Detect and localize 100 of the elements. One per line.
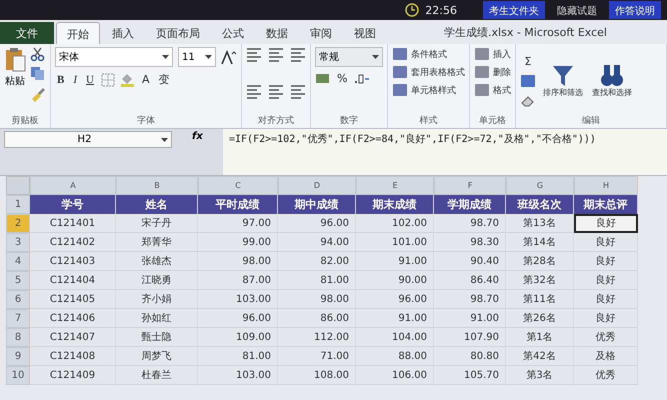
group-label: 编辑 [581,114,601,127]
table-cell: 周梦飞 [116,347,198,366]
currency-icon[interactable] [315,71,330,86]
table-cell: 97.00 [198,214,278,233]
align-icon[interactable] [290,84,306,100]
table-cell: 102.00 [356,214,434,233]
table-cell: C121403 [30,252,116,271]
copy-icon[interactable] [30,66,45,81]
formula-input[interactable]: =IF(F2>=102,"优秀",IF(F2>=84,"良好",IF(F2>=72,"及格","不合格"))) [223,129,667,175]
row-header[interactable]: 2 [6,214,30,233]
table-cell: 良好 [574,271,638,290]
column-header[interactable]: H [574,176,638,195]
paste-button[interactable]: 粘贴 [4,47,26,114]
cells-menu-button[interactable]: 删除 [474,65,511,79]
column-header[interactable]: D [278,176,356,195]
table-cell: 郑菁华 [116,233,198,252]
ribbon-tab[interactable]: 公式 [212,22,254,44]
align-icon[interactable] [246,47,262,63]
table-cell: 98.70 [434,290,506,309]
toolbar-button[interactable]: 作答说明 [609,1,661,19]
percent-button[interactable]: % [335,71,350,86]
table-cell: 良好 [574,290,638,309]
funnel-icon [551,63,575,87]
sort-filter-button[interactable]: 排序和筛选 [541,63,585,98]
column-header[interactable]: F [434,176,506,195]
group-label: 对齐方式 [257,114,295,127]
group-label: 数字 [339,114,359,127]
cells-menu-button[interactable]: 格式 [474,83,511,97]
row-header[interactable]: 5 [6,271,30,290]
table-cell: 良好 [574,252,638,271]
align-icon[interactable] [246,84,262,100]
table-cell: 第11名 [506,290,574,309]
ribbon-tab[interactable]: 审阅 [300,22,342,44]
table-cell: 86.40 [434,271,506,290]
fill-icon[interactable] [520,74,536,88]
table-cell: 江晓勇 [116,271,198,290]
row-header[interactable]: 9 [6,347,30,366]
style-menu-button[interactable]: 条件格式 [392,47,465,61]
phonetic-button[interactable]: 变 [156,71,172,88]
table-cell: 103.00 [198,290,278,309]
name-box[interactable]: H2 [4,131,172,148]
column-header[interactable]: E [356,176,434,195]
toolbar-button[interactable]: 隐藏试题 [551,1,603,19]
cells-menu-button[interactable]: 插入 [474,47,511,61]
row-header[interactable]: 1 [6,195,30,214]
table-cell: 91.00 [356,309,434,328]
column-header[interactable]: A [30,176,116,195]
table-cell: C121407 [30,328,116,347]
table-cell: 80.80 [434,347,506,366]
ribbon-tab[interactable]: 开始 [56,22,100,44]
ribbon-tab[interactable]: 视图 [344,22,386,44]
binoculars-icon [600,63,624,87]
row-header[interactable]: 7 [6,309,30,328]
table-cell: 齐小娟 [116,290,198,309]
row-header[interactable]: 4 [6,252,30,271]
group-label: 样式 [418,114,438,127]
table-cell: 甄士隐 [116,328,198,347]
table-cell: 98.70 [434,214,506,233]
font-color-button[interactable]: A [140,72,152,87]
style-menu-button[interactable]: 套用表格格式 [392,65,465,79]
align-icon[interactable] [268,47,284,63]
align-icon[interactable] [268,84,284,100]
decimal-icon[interactable] [354,72,370,86]
row-header[interactable]: 6 [6,290,30,309]
table-cell: C121406 [30,309,116,328]
font-size-dropdown[interactable]: 11 [178,47,216,67]
row-header[interactable]: 3 [6,233,30,252]
sum-button[interactable]: Σ [520,54,536,69]
align-icon[interactable] [290,47,306,63]
caret-icon [162,55,169,59]
group-label: 单元格 [478,114,507,127]
number-format-dropdown[interactable]: 常规 [315,47,383,67]
column-header[interactable]: G [506,176,574,195]
italic-button[interactable]: I [71,72,80,86]
ribbon-tab[interactable]: 插入 [102,22,144,44]
row-header[interactable]: 8 [6,328,30,347]
table-cell: C121409 [30,366,116,385]
brush-icon[interactable] [30,86,46,102]
ribbon-tab[interactable]: 页面布局 [146,22,210,44]
table-cell: C121404 [30,271,116,290]
insert-function-button[interactable]: fx [192,131,203,142]
column-header[interactable]: C [198,176,278,195]
style-menu-button[interactable]: 单元格样式 [392,83,465,97]
toolbar-button[interactable]: 考生文件夹 [483,1,545,19]
bold-button[interactable]: B [55,72,66,86]
border-icon[interactable] [100,72,115,86]
font-name-dropdown[interactable]: 宋体 [55,47,173,67]
table-cell: 91.00 [356,252,434,271]
table-cell: 106.00 [356,366,434,385]
header-cell: 期中成绩 [278,195,356,214]
underline-button[interactable]: U [84,72,96,86]
scissors-icon[interactable] [30,47,45,61]
table-cell: 71.00 [278,347,356,366]
row-header[interactable]: 10 [6,366,30,385]
file-tab[interactable]: 文件 [0,22,54,44]
ribbon-tab[interactable]: 数据 [256,22,298,44]
column-header[interactable]: B [116,176,198,195]
table-cell: 81.00 [198,347,278,366]
find-select-button[interactable]: 查找和选择 [590,63,634,98]
table-cell: 第3名 [506,366,574,385]
